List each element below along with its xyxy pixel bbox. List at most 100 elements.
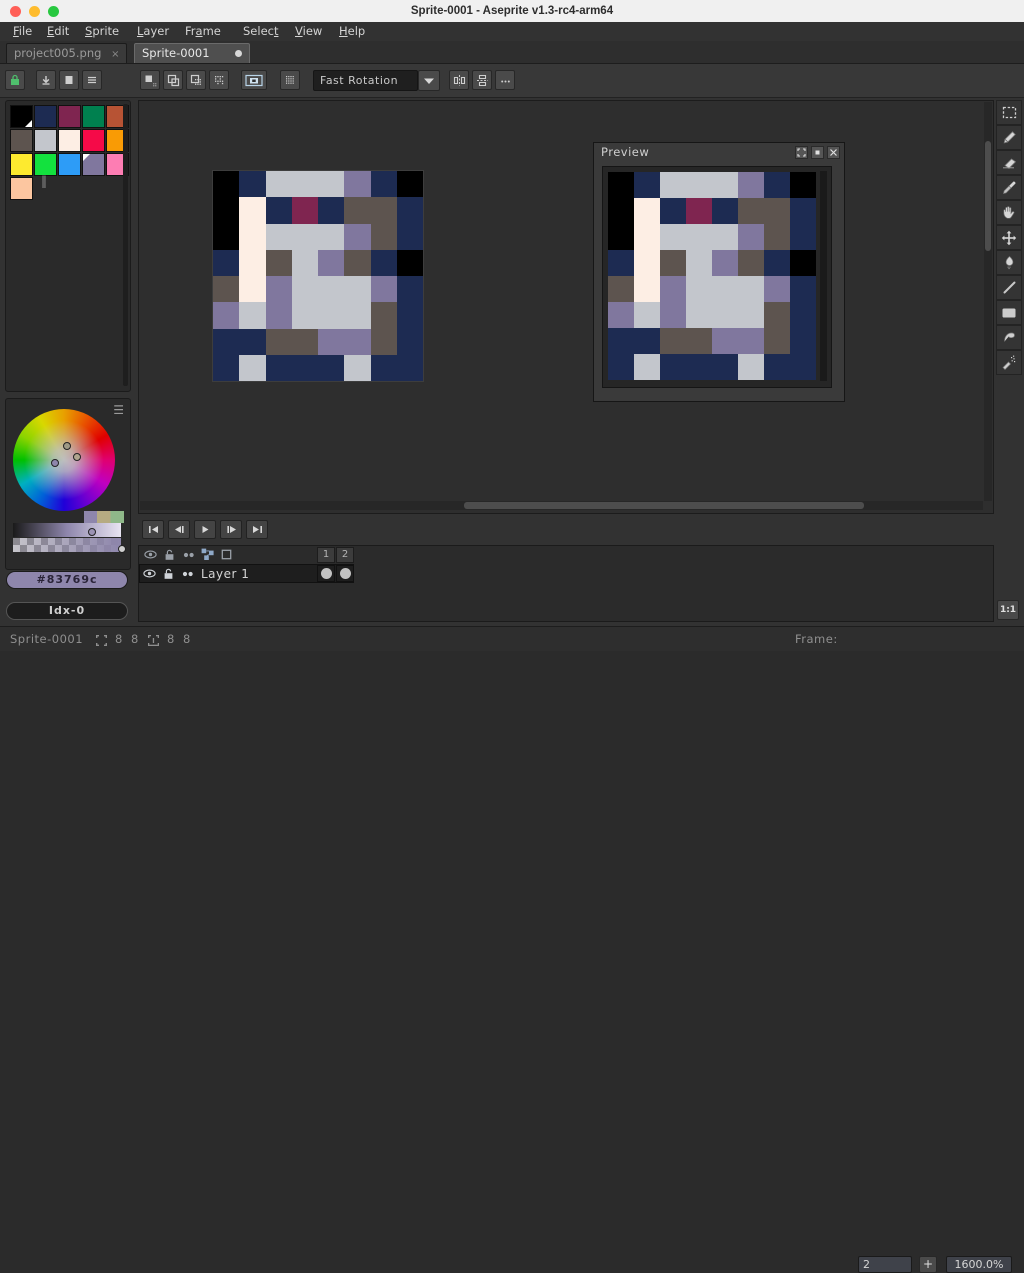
sprite-pixel[interactable]: [266, 197, 292, 223]
onion-skin-icon[interactable]: [198, 546, 217, 563]
palette-swatch[interactable]: [10, 153, 33, 176]
menu-help[interactable]: Help: [332, 22, 372, 41]
color-wheel[interactable]: [13, 409, 115, 511]
timeline-cel[interactable]: [317, 565, 335, 582]
rectangle-icon[interactable]: [996, 300, 1022, 325]
wheel-marker[interactable]: [63, 442, 71, 450]
rectangular-marquee-icon[interactable]: [996, 100, 1022, 125]
eye-icon[interactable]: [141, 546, 160, 563]
select-content-icon[interactable]: [241, 70, 267, 90]
sprite-pixel[interactable]: [318, 224, 344, 250]
canvas-editor[interactable]: [138, 100, 994, 514]
frame-header[interactable]: 2: [336, 547, 354, 563]
menu-sprite[interactable]: Sprite: [78, 22, 126, 41]
sprite-pixel[interactable]: [239, 355, 265, 381]
sprite-pixel[interactable]: [371, 224, 397, 250]
continuous-icon[interactable]: [178, 565, 197, 582]
menu-frame[interactable]: Frame: [178, 22, 228, 41]
canvas-vscrollbar-thumb[interactable]: [985, 141, 991, 251]
sprite-pixel[interactable]: [344, 171, 370, 197]
alpha-slider-handle[interactable]: [118, 545, 126, 553]
restore-icon[interactable]: [811, 146, 824, 159]
menu-icon[interactable]: [82, 70, 102, 90]
go-previous-frame-icon[interactable]: [168, 520, 190, 539]
hex-color-field[interactable]: #83769c: [6, 571, 128, 589]
palette-scrollbar[interactable]: [123, 104, 128, 386]
sprite-pixel[interactable]: [397, 329, 423, 355]
sprite-pixel[interactable]: [266, 329, 292, 355]
rotation-algorithm-select[interactable]: Fast Rotation: [313, 70, 418, 91]
sprite-pixel[interactable]: [239, 224, 265, 250]
more-options-icon[interactable]: [495, 70, 515, 90]
preview-window[interactable]: Preview: [593, 142, 845, 402]
sprite-pixel[interactable]: [371, 276, 397, 302]
sprite-pixel[interactable]: [397, 355, 423, 381]
lock-icon[interactable]: [160, 546, 179, 563]
move-icon[interactable]: [996, 225, 1022, 250]
menu-edit[interactable]: Edit: [40, 22, 76, 41]
palette-index-field[interactable]: Idx-0: [6, 602, 128, 620]
sprite-pixel[interactable]: [397, 302, 423, 328]
sprite-pixel[interactable]: [213, 224, 239, 250]
sprite-pixel[interactable]: [266, 224, 292, 250]
palette-swatch[interactable]: [58, 105, 81, 128]
value-slider[interactable]: [13, 523, 121, 537]
download-icon[interactable]: [36, 70, 56, 90]
palette-swatch[interactable]: [10, 129, 33, 152]
spray-icon[interactable]: [996, 350, 1022, 375]
sprite-pixel[interactable]: [292, 355, 318, 381]
paint-bucket-icon[interactable]: [996, 250, 1022, 275]
sprite-pixel[interactable]: [292, 250, 318, 276]
sprite-pixel[interactable]: [266, 276, 292, 302]
sprite-pixel[interactable]: [344, 355, 370, 381]
close-icon[interactable]: [827, 146, 840, 159]
sprite-pixel[interactable]: [397, 224, 423, 250]
sprite-pixel[interactable]: [318, 171, 344, 197]
sprite-pixel[interactable]: [318, 329, 344, 355]
sprite-pixel[interactable]: [239, 250, 265, 276]
sprite-pixel[interactable]: [213, 250, 239, 276]
sprite-pixel[interactable]: [318, 302, 344, 328]
sprite-pixel[interactable]: [397, 250, 423, 276]
go-next-frame-icon[interactable]: [220, 520, 242, 539]
menu-layer[interactable]: Layer: [130, 22, 176, 41]
menu-file[interactable]: File: [6, 22, 39, 41]
sprite-pixel[interactable]: [213, 171, 239, 197]
sprite-pixel[interactable]: [371, 250, 397, 276]
add-frame-button[interactable]: +: [919, 1256, 937, 1273]
sprite-pixel[interactable]: [397, 276, 423, 302]
menu-view[interactable]: View: [288, 22, 329, 41]
palette-swatch[interactable]: [10, 177, 33, 200]
tab-close-icon[interactable]: ×: [111, 49, 119, 60]
subtract-selection-icon[interactable]: [186, 70, 206, 90]
hamburger-icon[interactable]: ☰: [113, 405, 124, 415]
lock-icon[interactable]: [159, 565, 178, 582]
sprite-pixel[interactable]: [239, 171, 265, 197]
tab-sprite-0001[interactable]: Sprite-0001: [134, 43, 250, 63]
chevron-down-icon[interactable]: [418, 70, 440, 91]
sprite-pixel[interactable]: [397, 171, 423, 197]
sprite-pixel[interactable]: [213, 276, 239, 302]
timeline-panel[interactable]: 1 2 Layer 1: [138, 545, 994, 622]
preview-scrollbar[interactable]: [820, 171, 827, 381]
sprite-pixel[interactable]: [213, 302, 239, 328]
menu-select[interactable]: Select: [236, 22, 285, 41]
sprite-pixel[interactable]: [371, 355, 397, 381]
frame-number-input[interactable]: 2: [858, 1256, 912, 1273]
eyedropper-icon[interactable]: [996, 175, 1022, 200]
wheel-marker[interactable]: [73, 453, 81, 461]
sprite-pixel[interactable]: [213, 355, 239, 381]
sprite-pixel[interactable]: [397, 197, 423, 223]
sprite-pixel[interactable]: [318, 355, 344, 381]
maximize-icon[interactable]: [795, 146, 808, 159]
sprite-pixel[interactable]: [344, 329, 370, 355]
sprite-pixel[interactable]: [292, 276, 318, 302]
sprite-pixel[interactable]: [318, 197, 344, 223]
hand-icon[interactable]: [996, 200, 1022, 225]
eraser-icon[interactable]: [996, 150, 1022, 175]
preview-window-buttons[interactable]: [795, 146, 840, 159]
replace-selection-icon[interactable]: [140, 70, 160, 90]
continuous-icon[interactable]: [179, 546, 198, 563]
sprite-pixel[interactable]: [371, 171, 397, 197]
sprite-pixel[interactable]: [344, 197, 370, 223]
